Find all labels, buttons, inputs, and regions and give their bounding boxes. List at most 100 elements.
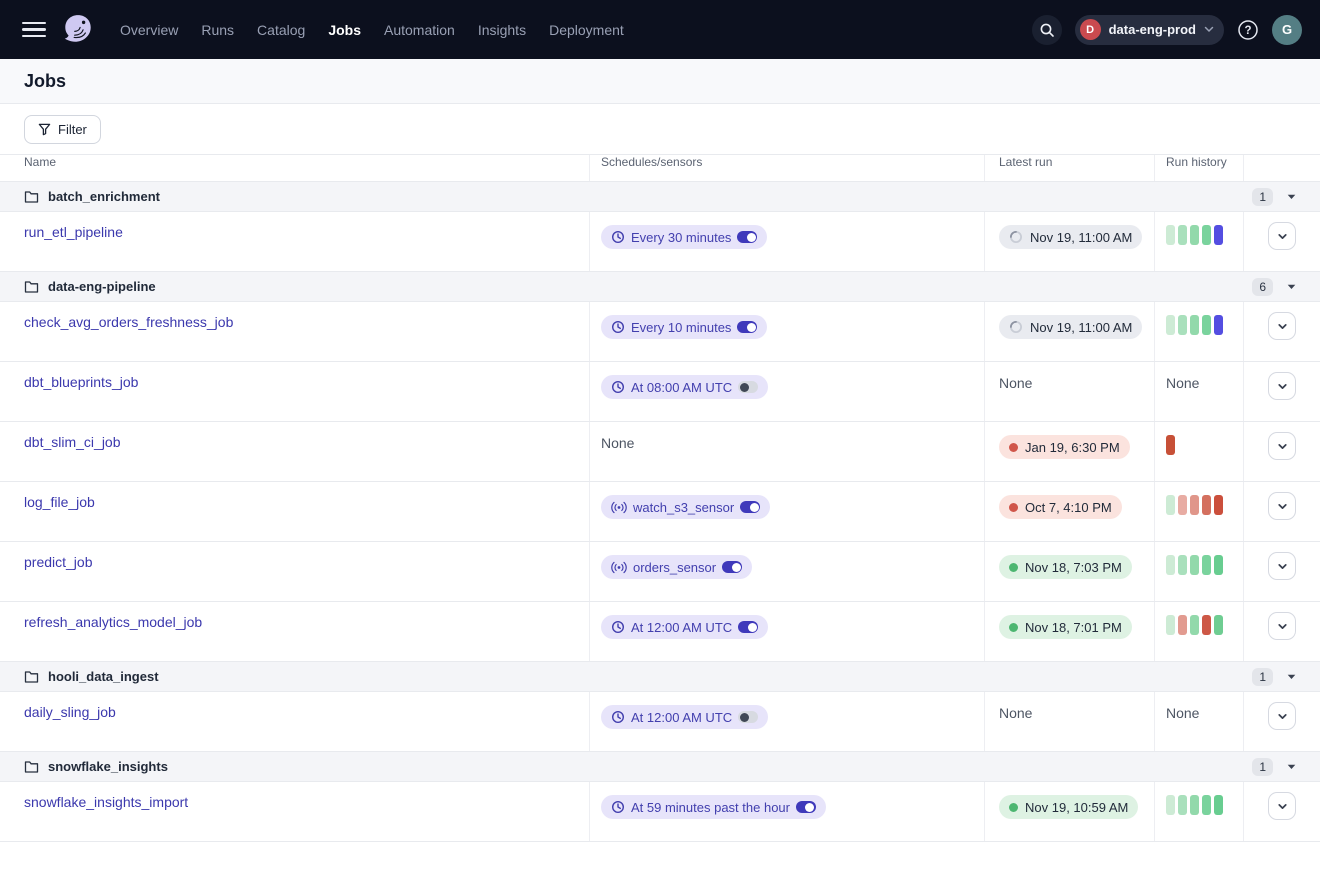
latest-run-pill[interactable]: Nov 19, 11:00 AM [999,315,1142,339]
run-history-chip[interactable] [1202,315,1211,335]
group-name: hooli_data_ingest [48,669,159,684]
latest-run-pill[interactable]: Oct 7, 4:10 PM [999,495,1122,519]
job-actions-button[interactable] [1268,432,1296,460]
run-history-chip[interactable] [1178,795,1187,815]
schedule-toggle[interactable] [796,801,816,813]
run-history-chip[interactable] [1214,555,1223,575]
nav-item-overview[interactable]: Overview [120,22,178,38]
run-history-chip[interactable] [1202,495,1211,515]
job-actions-button[interactable] [1268,222,1296,250]
schedule-toggle[interactable] [738,621,758,633]
collapse-caret-icon[interactable] [1287,674,1296,680]
run-history-chip[interactable] [1190,615,1199,635]
job-link[interactable]: daily_sling_job [24,704,116,720]
run-history-chip[interactable] [1178,615,1187,635]
filter-button[interactable]: Filter [24,115,101,144]
user-avatar[interactable]: G [1272,15,1302,45]
sensor-badge[interactable]: orders_sensor [601,555,752,579]
group-row-data-eng-pipeline[interactable]: data-eng-pipeline6 [0,272,1320,302]
run-history-chip[interactable] [1214,795,1223,815]
nav-item-automation[interactable]: Automation [384,22,455,38]
run-history-chip[interactable] [1178,315,1187,335]
job-link[interactable]: snowflake_insights_import [24,794,188,810]
deployment-switcher[interactable]: D data-eng-prod [1075,15,1224,45]
run-history-chip[interactable] [1178,555,1187,575]
run-history-chip[interactable] [1166,795,1175,815]
job-link[interactable]: log_file_job [24,494,95,510]
job-link[interactable]: refresh_analytics_model_job [24,614,202,630]
run-history-chip[interactable] [1202,795,1211,815]
run-history-chip[interactable] [1166,555,1175,575]
nav-item-deployment[interactable]: Deployment [549,22,624,38]
schedule-toggle[interactable] [737,321,757,333]
schedule-badge[interactable]: Every 30 minutes [601,225,767,249]
job-actions-button[interactable] [1268,312,1296,340]
run-history-chip[interactable] [1214,615,1223,635]
run-history-chip[interactable] [1202,225,1211,245]
sensor-badge[interactable]: watch_s3_sensor [601,495,770,519]
run-history-chip[interactable] [1190,555,1199,575]
job-actions-button[interactable] [1268,372,1296,400]
run-history-chip[interactable] [1190,795,1199,815]
menu-icon[interactable] [22,22,46,38]
job-link[interactable]: dbt_blueprints_job [24,374,138,390]
group-row-hooli_data_ingest[interactable]: hooli_data_ingest1 [0,662,1320,692]
latest-run-pill[interactable]: Nov 18, 7:01 PM [999,615,1132,639]
job-link[interactable]: dbt_slim_ci_job [24,434,121,450]
nav-item-runs[interactable]: Runs [201,22,234,38]
svg-text:?: ? [1244,25,1251,37]
run-history-chip[interactable] [1178,495,1187,515]
run-history-cell: None [1155,692,1244,751]
run-history-chip[interactable] [1178,225,1187,245]
schedule-toggle[interactable] [738,711,758,723]
nav-item-catalog[interactable]: Catalog [257,22,305,38]
schedule-toggle[interactable] [738,381,758,393]
collapse-caret-icon[interactable] [1287,194,1296,200]
job-link[interactable]: run_etl_pipeline [24,224,123,240]
nav-item-insights[interactable]: Insights [478,22,526,38]
job-actions-button[interactable] [1268,702,1296,730]
collapse-caret-icon[interactable] [1287,284,1296,290]
latest-run-pill[interactable]: Jan 19, 6:30 PM [999,435,1130,459]
dagster-logo[interactable] [60,12,96,48]
latest-run-pill[interactable]: Nov 19, 11:00 AM [999,225,1142,249]
run-history-chip[interactable] [1202,555,1211,575]
run-history-chip[interactable] [1166,315,1175,335]
schedule-badge[interactable]: At 59 minutes past the hour [601,795,826,819]
run-history-chip[interactable] [1166,435,1175,455]
group-row-snowflake_insights[interactable]: snowflake_insights1 [0,752,1320,782]
schedule-badge[interactable]: Every 10 minutes [601,315,767,339]
run-history-chip[interactable] [1214,225,1223,245]
latest-run-pill[interactable]: Nov 19, 10:59 AM [999,795,1138,819]
run-history-chip[interactable] [1166,615,1175,635]
group-row-batch_enrichment[interactable]: batch_enrichment1 [0,182,1320,212]
run-history-chip[interactable] [1166,225,1175,245]
latest-run-pill[interactable]: Nov 18, 7:03 PM [999,555,1132,579]
search-button[interactable] [1032,15,1062,45]
schedule-badge[interactable]: At 12:00 AM UTC [601,615,768,639]
schedule-toggle[interactable] [737,231,757,243]
schedule-badge[interactable]: At 08:00 AM UTC [601,375,768,399]
schedule-badge[interactable]: At 12:00 AM UTC [601,705,768,729]
run-history-chip[interactable] [1214,495,1223,515]
sensor-toggle[interactable] [722,561,742,573]
job-link[interactable]: check_avg_orders_freshness_job [24,314,233,330]
run-history-chip[interactable] [1202,615,1211,635]
nav-item-jobs[interactable]: Jobs [328,22,361,38]
schedules-cell: orders_sensor [590,542,985,601]
sensor-toggle[interactable] [740,501,760,513]
job-link[interactable]: predict_job [24,554,93,570]
collapse-caret-icon[interactable] [1287,764,1296,770]
run-history-chip[interactable] [1214,315,1223,335]
run-history-chip[interactable] [1190,225,1199,245]
job-actions-button[interactable] [1268,792,1296,820]
run-history-chip[interactable] [1190,315,1199,335]
run-history-chip[interactable] [1166,495,1175,515]
run-history-chip[interactable] [1190,495,1199,515]
job-actions-button[interactable] [1268,612,1296,640]
job-actions-button[interactable] [1268,552,1296,580]
help-button[interactable]: ? [1237,19,1259,41]
chevron-down-icon [1276,230,1289,243]
run-history-cell [1155,422,1244,481]
job-actions-button[interactable] [1268,492,1296,520]
